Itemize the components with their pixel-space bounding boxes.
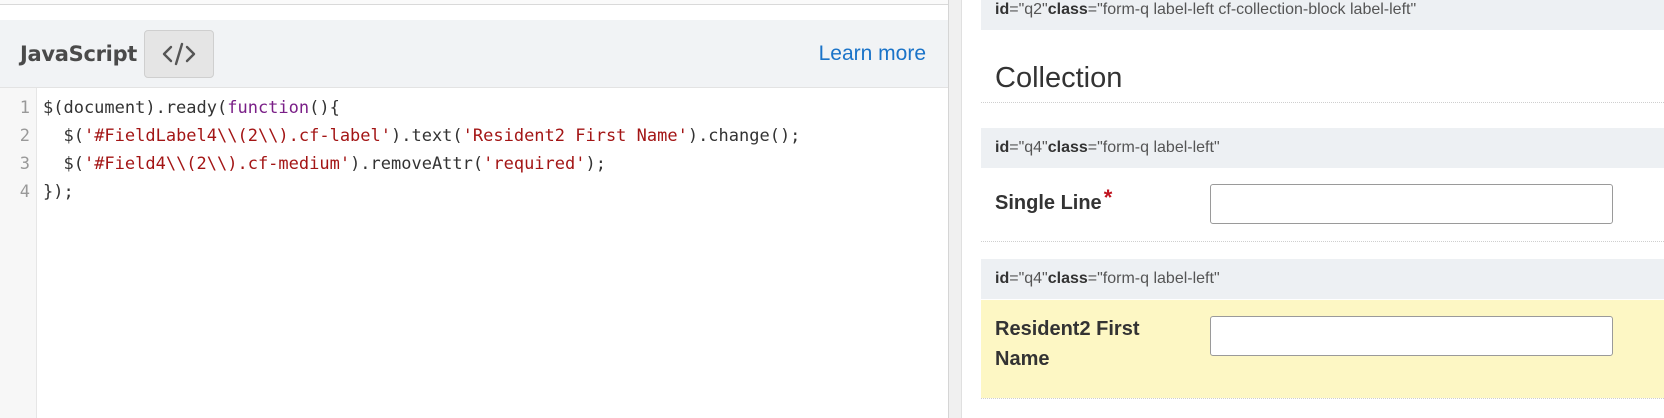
meta-id-key: id	[995, 1, 1010, 18]
javascript-editor-panel: JavaScript Learn more 1 2 3 4 $(document…	[0, 0, 948, 418]
code-string-token: '#Field4\\(2\\).cf-medium'	[83, 154, 351, 174]
line-number-gutter: 1 2 3 4	[0, 88, 37, 418]
meta-class-key: class	[1047, 139, 1088, 156]
form-preview-panel: id ="q2" class ="form-q label-left cf-co…	[962, 0, 1664, 418]
collection-section-title: Collection	[995, 62, 1123, 94]
code-text-area[interactable]: $(document).ready(function(){ $('#FieldL…	[43, 88, 948, 418]
dotted-separator	[981, 102, 1664, 103]
code-line: });	[43, 182, 74, 202]
code-brackets-icon	[162, 42, 196, 65]
single-line-label: Single Line*	[995, 185, 1113, 218]
code-keyword-token: function	[227, 98, 310, 118]
meta-class-value: ="form-q label-left cf-collection-block …	[1087, 1, 1417, 18]
label-line: Name	[995, 348, 1050, 370]
code-token: });	[43, 182, 74, 202]
meta-class-value: ="form-q label-left"	[1087, 139, 1220, 156]
element-meta-bar-q4: id ="q4" class ="form-q label-left"	[981, 259, 1664, 299]
code-line: $(document).ready(function(){	[43, 98, 340, 118]
resident2-first-name-input[interactable]	[1210, 316, 1613, 356]
code-token: $(	[43, 154, 84, 174]
meta-class-value: ="form-q label-left"	[1087, 270, 1220, 287]
code-token: );	[585, 154, 606, 174]
learn-more-link[interactable]: Learn more	[819, 42, 926, 66]
code-token: (){	[309, 98, 340, 118]
code-view-toggle-button[interactable]	[144, 29, 215, 78]
code-string-token: 'required'	[483, 154, 586, 174]
meta-id-key: id	[995, 270, 1010, 287]
dotted-separator	[981, 398, 1664, 399]
code-token: ).text(	[391, 126, 463, 146]
resident2-first-name-field-row: Resident2 First Name	[981, 300, 1664, 398]
code-string-token: '#FieldLabel4\\(2\\).cf-label'	[83, 126, 391, 146]
element-meta-bar-q2: id ="q2" class ="form-q label-left cf-co…	[981, 0, 1664, 30]
required-asterisk: *	[1103, 185, 1113, 210]
meta-class-key: class	[1047, 1, 1088, 18]
single-line-label-text: Single Line	[995, 192, 1102, 214]
code-token: $(document).ready(	[43, 98, 228, 118]
element-meta-bar-q4: id ="q4" class ="form-q label-left"	[981, 128, 1664, 168]
line-number: 2	[19, 126, 30, 146]
dotted-separator	[981, 241, 1664, 242]
code-string-token: 'Resident2 First Name'	[462, 126, 688, 146]
meta-id-value: ="q4"	[1009, 270, 1048, 287]
code-line: $('#Field4\\(2\\).cf-medium').removeAttr…	[43, 154, 606, 174]
meta-id-value: ="q4"	[1009, 139, 1048, 156]
code-token: $(	[43, 126, 84, 146]
code-line: $('#FieldLabel4\\(2\\).cf-label').text('…	[43, 126, 800, 146]
code-token: ).change();	[687, 126, 801, 146]
single-line-field-row: Single Line*	[981, 170, 1664, 240]
label-line: Resident2 First	[995, 318, 1140, 340]
resident2-first-name-label: Resident2 First Name	[995, 314, 1139, 374]
line-number: 3	[19, 154, 30, 174]
editor-toolbar: JavaScript Learn more	[0, 20, 948, 88]
meta-id-value: ="q2"	[1009, 1, 1048, 18]
line-number: 4	[19, 182, 30, 202]
editor-title: JavaScript	[20, 41, 138, 66]
panel-resize-divider[interactable]	[948, 0, 962, 418]
meta-class-key: class	[1047, 270, 1088, 287]
editor-top-strip	[0, 0, 948, 5]
line-number: 1	[19, 98, 30, 118]
code-token: ).removeAttr(	[350, 154, 484, 174]
meta-id-key: id	[995, 139, 1010, 156]
single-line-input[interactable]	[1210, 184, 1613, 224]
